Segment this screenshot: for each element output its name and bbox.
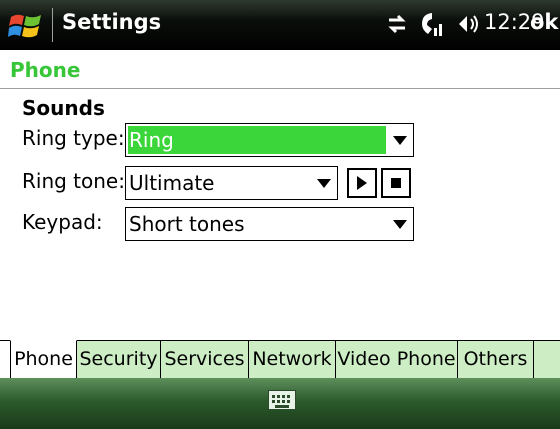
tab-strip: Phone Security Services Network Video Ph…	[0, 340, 560, 379]
tab-phone[interactable]: Phone	[10, 340, 77, 378]
tab-security[interactable]: Security	[77, 341, 161, 379]
play-icon	[357, 176, 367, 190]
section-title-sounds: Sounds	[22, 96, 105, 120]
chevron-down-icon[interactable]	[393, 136, 407, 145]
play-button[interactable]	[347, 168, 377, 198]
bottom-bar	[0, 378, 560, 429]
ring-tone-dropdown[interactable]: Ultimate	[125, 166, 338, 200]
ring-type-selection-highlight: Ring	[128, 126, 386, 154]
ring-tone-value: Ultimate	[129, 171, 215, 195]
header-divider	[0, 88, 560, 89]
windows-start-icon[interactable]	[8, 8, 44, 42]
tab-services[interactable]: Services	[161, 341, 249, 379]
keyboard-icon[interactable]	[268, 390, 296, 410]
volume-icon[interactable]	[457, 12, 481, 36]
keypad-label: Keypad:	[22, 210, 103, 234]
ring-type-value: Ring	[129, 128, 174, 152]
keypad-value: Short tones	[129, 212, 245, 236]
title-separator	[52, 8, 53, 42]
ok-button[interactable]: ok	[530, 10, 558, 34]
ring-type-label: Ring type:	[22, 126, 125, 150]
signal-icon[interactable]	[418, 10, 448, 38]
page-title: Phone	[10, 58, 81, 82]
stop-icon	[391, 178, 401, 188]
chevron-down-icon[interactable]	[317, 179, 331, 188]
chevron-down-icon[interactable]	[393, 220, 407, 229]
ring-tone-label: Ring tone:	[22, 169, 125, 193]
tab-video-phone[interactable]: Video Phone	[336, 341, 458, 379]
tab-network[interactable]: Network	[249, 341, 336, 379]
stop-button[interactable]	[381, 168, 411, 198]
keypad-dropdown[interactable]: Short tones	[125, 207, 414, 241]
ring-type-dropdown[interactable]: Ring	[125, 123, 414, 157]
tab-others[interactable]: Others	[458, 341, 534, 379]
tab-strip-filler	[534, 341, 560, 379]
connectivity-icon[interactable]	[385, 12, 409, 36]
title-bar: Settings 12:29 ok	[0, 0, 560, 50]
window-title: Settings	[62, 10, 162, 34]
